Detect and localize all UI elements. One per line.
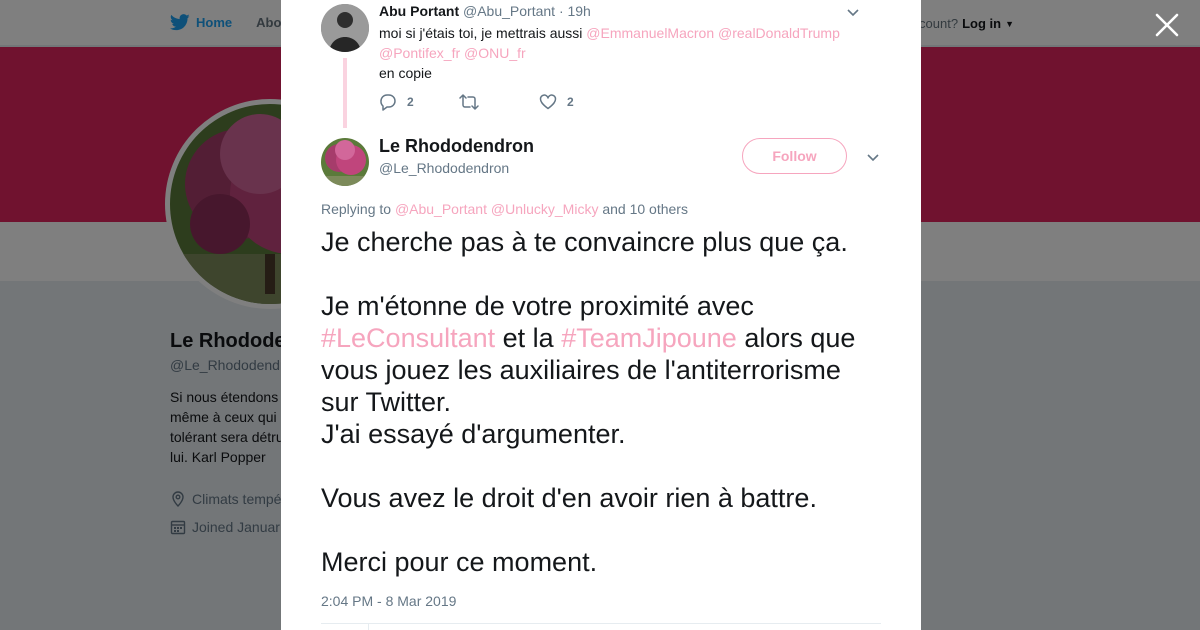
parent-tweet[interactable]: Abu Portant @Abu_Portant · 19h moi si j'… [321,0,881,128]
reply-count: 2 [407,95,414,109]
follow-button[interactable]: Follow [742,138,847,174]
mention-link[interactable]: @Unlucky_Micky [491,201,599,217]
tweet-permalink-modal: Abu Portant @Abu_Portant · 19h moi si j'… [281,0,921,630]
parent-tweet-header: Abu Portant @Abu_Portant · 19h [379,3,591,19]
hashtag-link[interactable]: #LeConsultant [321,323,495,353]
main-author-name[interactable]: Le Rhododendron [379,136,534,157]
tweet-paragraph: Vous avez le droit d'en avoir rien à bat… [321,482,881,514]
chevron-down-icon[interactable] [846,5,860,19]
tweet-text: Je cherche pas à te convaincre plus que … [321,226,881,610]
tweet-line: Je m'étonne de votre proximité avec [321,291,754,321]
reply-button[interactable]: 2 [379,93,459,111]
tweet-text-fragment: et la [495,323,562,353]
tweet-line: vous jouez les auxiliaires de l'antiterr… [321,355,841,385]
avatar[interactable] [321,4,369,52]
tweet-line: Je cherche pas à te convaincre plus que … [321,227,848,257]
chevron-down-icon[interactable] [866,150,880,164]
main-tweet-header: Le Rhododendron @Le_Rhododendron Follow [321,136,881,186]
tweet-timestamp[interactable]: 2:04 PM - 8 Mar 2019 [321,593,456,609]
parent-tweet-time[interactable]: · 19h [559,3,591,19]
parent-tweet-text: moi si j'étais toi, je mettrais aussi @E… [379,23,859,83]
like-count: 2 [567,95,574,109]
main-author-handle[interactable]: @Le_Rhododendron [379,160,509,176]
parent-author-name[interactable]: Abu Portant [379,3,459,19]
thread-line [343,58,347,128]
retweet-icon [459,94,479,110]
mention-link[interactable]: @Abu_Portant [395,201,487,217]
tweet-line: Vous avez le droit d'en avoir rien à bat… [321,483,817,513]
retweet-button[interactable] [459,93,539,111]
rhododendron-avatar-image [321,138,369,186]
tweet-line: sur Twitter. [321,387,452,417]
close-icon[interactable] [1154,12,1180,38]
parent-text-before: moi si j'étais toi, je mettrais aussi [379,25,587,41]
mention-link[interactable]: @EmmanuelMacron [586,25,714,41]
tweet-text-fragment: alors que [736,323,856,353]
parent-author-handle[interactable]: @Abu_Portant [463,3,555,19]
tweet-paragraph: Je m'étonne de votre proximité avec #LeC… [321,290,881,450]
tweet-line: #LeConsultant et la #TeamJipoune alors q… [321,322,881,354]
like-button[interactable]: 2 [539,93,619,111]
avatar-image [321,4,369,52]
replying-prefix: Replying to [321,201,392,217]
divider [321,623,881,624]
reply-icon [380,94,396,111]
tweet-line: Merci pour ce moment. [321,547,598,577]
mention-link[interactable]: @ONU_fr [464,45,526,61]
parent-text-after: en copie [379,65,432,81]
tweet-paragraph: Je cherche pas à te convaincre plus que … [321,226,881,258]
tweet-paragraph: Merci pour ce moment. [321,546,881,578]
parent-tweet-actions: 2 2 [379,93,619,111]
hashtag-link[interactable]: #TeamJipoune [561,323,737,353]
mention-link[interactable]: @realDonaldTrump [718,25,840,41]
heart-icon [539,94,557,110]
avatar[interactable] [321,138,369,186]
replying-to: Replying to @Abu_Portant @Unlucky_Micky … [321,201,688,217]
replying-suffix[interactable]: and 10 others [602,201,688,217]
divider [368,623,369,630]
mention-link[interactable]: @Pontifex_fr [379,45,460,61]
tweet-line: J'ai essayé d'argumenter. [321,419,626,449]
